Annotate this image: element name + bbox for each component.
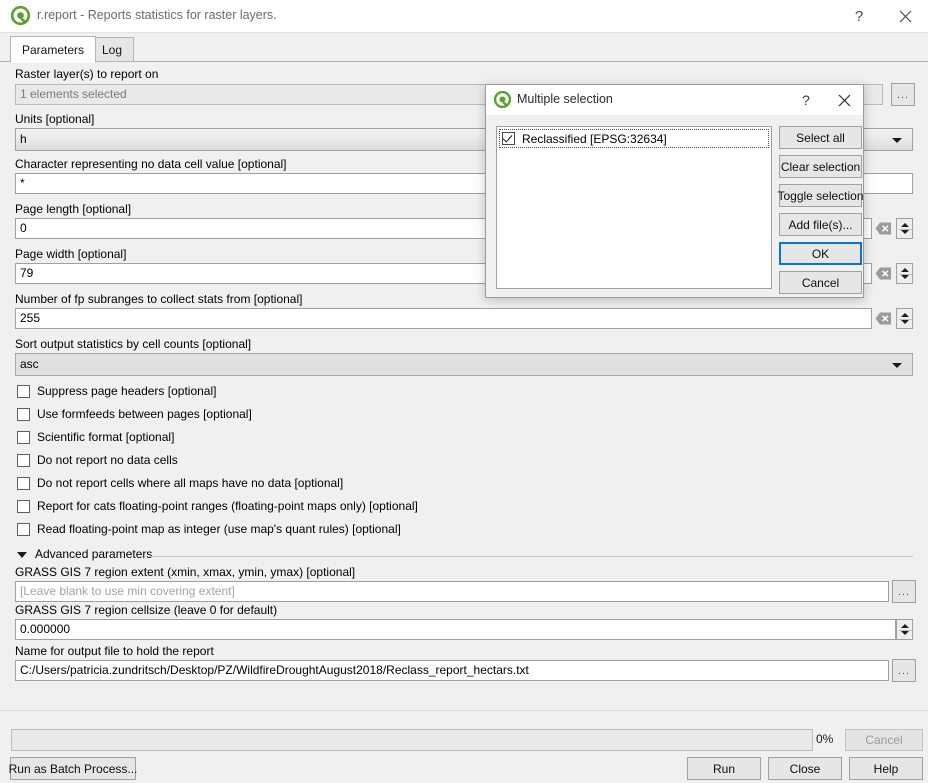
spinner-up-icon[interactable]: [901, 624, 909, 628]
spinner-up-icon[interactable]: [901, 313, 909, 317]
modal-help-icon[interactable]: ?: [787, 85, 825, 115]
checkbox-box[interactable]: [17, 385, 30, 398]
tab-bar: Parameters Log: [0, 33, 928, 62]
page-width-label: Page width [optional]: [15, 247, 126, 261]
chevron-down-icon: [892, 363, 902, 368]
cancel-button[interactable]: Cancel: [845, 729, 923, 751]
checkbox-label: Read floating-point map as integer (use …: [37, 522, 401, 537]
checkbox-box[interactable]: [17, 431, 30, 444]
output-file-label: Name for output file to hold the report: [15, 644, 214, 658]
window-help-icon[interactable]: ?: [836, 0, 882, 33]
page-length-clear-icon[interactable]: [872, 219, 894, 238]
checkbox-label: Suppress page headers [optional]: [37, 384, 216, 399]
add-files-button[interactable]: Add file(s)...: [779, 213, 862, 236]
page-length-spinner[interactable]: [896, 218, 913, 239]
chevron-down-icon: [17, 552, 27, 558]
checkbox-label: Do not report no data cells: [37, 453, 178, 468]
nodata-char-label: Character representing no data cell valu…: [15, 157, 287, 171]
checkbox-box[interactable]: [17, 523, 30, 536]
window-title: r.report - Reports statistics for raster…: [37, 8, 277, 22]
raster-layers-label: Raster layer(s) to report on: [15, 67, 158, 81]
list-item[interactable]: Reclassified [EPSG:32634]: [499, 129, 769, 148]
modal-titlebar: Multiple selection ?: [486, 85, 863, 115]
output-file-field[interactable]: C:/Users/patricia.zundritsch/Desktop/PZ/…: [15, 660, 889, 681]
fp-subranges-clear-icon[interactable]: [872, 309, 894, 328]
progress-percent-label: 0%: [816, 732, 833, 746]
spinner-down-icon[interactable]: [901, 230, 909, 234]
fp-subranges-label: Number of fp subranges to collect stats …: [15, 292, 302, 306]
spinner-down-icon[interactable]: [901, 631, 909, 635]
dialog-footer: 0% Cancel Run as Batch Process... Run Cl…: [0, 710, 928, 783]
fp-subranges-field[interactable]: 255: [15, 308, 872, 329]
sort-output-value: asc: [20, 357, 39, 371]
output-file-browse-button[interactable]: ...: [892, 659, 916, 682]
region-extent-label: GRASS GIS 7 region extent (xmin, xmax, y…: [15, 565, 355, 579]
spinner-down-icon[interactable]: [901, 320, 909, 324]
clear-selection-button[interactable]: Clear selection: [779, 155, 862, 178]
units-label: Units [optional]: [15, 112, 94, 126]
advanced-divider: [149, 556, 913, 557]
spinner-up-icon[interactable]: [901, 268, 909, 272]
modal-title-label: Multiple selection: [517, 92, 613, 106]
window-close-icon[interactable]: [882, 0, 928, 33]
checkbox-label: Report for cats floating-point ranges (f…: [37, 499, 418, 514]
list-item-label: Reclassified [EPSG:32634]: [522, 131, 667, 147]
advanced-parameters-label: Advanced parameters: [35, 547, 152, 562]
r-report-dialog: r.report - Reports statistics for raster…: [0, 0, 928, 783]
region-extent-browse-button[interactable]: ...: [892, 580, 916, 603]
help-button[interactable]: Help: [849, 757, 923, 780]
qgis-logo-icon: [11, 6, 30, 25]
page-length-label: Page length [optional]: [15, 202, 131, 216]
region-cellsize-spinner[interactable]: [896, 619, 913, 640]
run-button[interactable]: Run: [687, 757, 761, 780]
chevron-down-icon: [892, 138, 902, 143]
region-cellsize-field[interactable]: 0.000000: [15, 619, 896, 640]
layer-listbox[interactable]: Reclassified [EPSG:32634]: [496, 126, 772, 289]
units-value: h: [20, 132, 27, 146]
sort-output-label: Sort output statistics by cell counts [o…: [15, 337, 251, 351]
checkbox-label: Do not report cells where all maps have …: [37, 476, 343, 491]
tab-log[interactable]: Log: [90, 37, 134, 62]
fp-subranges-spinner[interactable]: [896, 308, 913, 329]
spinner-down-icon[interactable]: [901, 275, 909, 279]
checkbox-label: Use formfeeds between pages [optional]: [37, 407, 252, 422]
checkbox-box[interactable]: [17, 454, 30, 467]
close-button[interactable]: Close: [768, 757, 842, 780]
qgis-logo-icon: [494, 91, 511, 108]
toggle-selection-button[interactable]: Toggle selection: [779, 184, 862, 207]
checkbox-box[interactable]: [17, 477, 30, 490]
raster-layers-browse-button[interactable]: ...: [891, 83, 915, 106]
check-icon: [503, 132, 513, 142]
multiple-selection-dialog: Multiple selection ? Reclassified [EPSG:…: [485, 84, 864, 298]
select-all-button[interactable]: Select all: [779, 126, 862, 149]
region-cellsize-label: GRASS GIS 7 region cellsize (leave 0 for…: [15, 603, 277, 617]
list-item-checkbox[interactable]: [502, 132, 515, 145]
checkbox-box[interactable]: [17, 500, 30, 513]
window-titlebar: r.report - Reports statistics for raster…: [0, 0, 928, 33]
region-extent-field[interactable]: [Leave blank to use min covering extent]: [15, 581, 889, 602]
tab-parameters[interactable]: Parameters: [10, 36, 96, 63]
modal-cancel-button[interactable]: Cancel: [779, 271, 862, 294]
ok-button[interactable]: OK: [779, 242, 862, 265]
sort-output-combobox[interactable]: asc: [15, 353, 913, 376]
page-width-spinner[interactable]: [896, 263, 913, 284]
spinner-up-icon[interactable]: [901, 223, 909, 227]
checkbox-label: Scientific format [optional]: [37, 430, 174, 445]
page-width-clear-icon[interactable]: [872, 264, 894, 283]
run-as-batch-process-button[interactable]: Run as Batch Process...: [10, 757, 136, 780]
modal-close-icon[interactable]: [825, 85, 863, 115]
checkbox-box[interactable]: [17, 408, 30, 421]
progress-bar: [11, 729, 813, 751]
